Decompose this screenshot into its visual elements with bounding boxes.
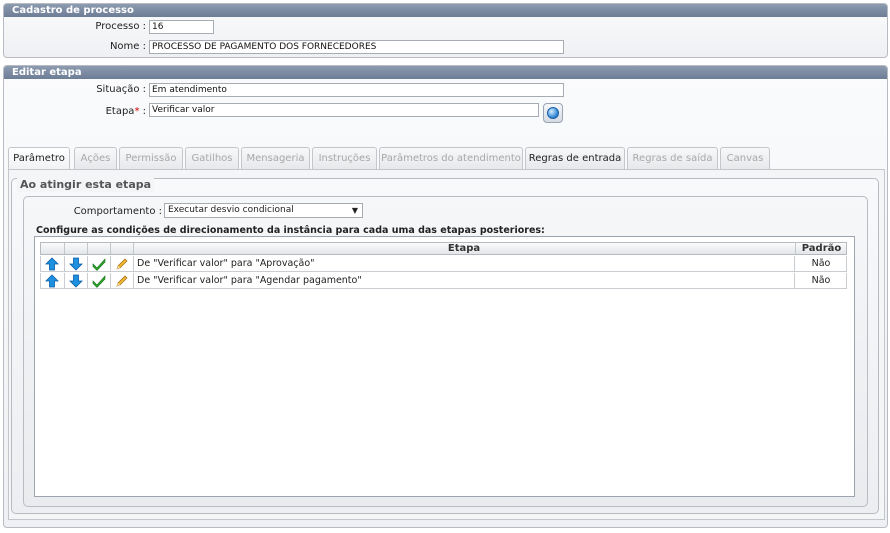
fieldset-legend: Ao atingir esta etapa (17, 178, 155, 192)
tab-parametros-atendimento[interactable]: Parâmetros do atendimento (379, 147, 523, 169)
cell-move-up[interactable] (41, 256, 65, 271)
checkmark-icon[interactable] (92, 257, 106, 271)
tab-regras-saida[interactable]: Regras de saída (627, 147, 718, 169)
pencil-icon[interactable] (115, 257, 129, 271)
etapa-field[interactable]: Verificar valor (149, 103, 539, 117)
nome-label: Nome : (109, 41, 146, 52)
cell-etapa: De "Verificar valor" para "Agendar pagam… (134, 273, 795, 288)
column-header-padrao[interactable]: Padrão (795, 242, 847, 255)
processo-panel-title: Cadastro de processo (4, 4, 887, 17)
checkmark-icon[interactable] (92, 274, 106, 288)
cell-edit[interactable] (111, 256, 134, 271)
etapa-panel-title: Editar etapa (4, 66, 887, 79)
comportamento-label: Comportamento : (73, 206, 162, 217)
grid-header-spacer (111, 243, 134, 254)
pencil-icon[interactable] (115, 274, 129, 288)
tab-instrucoes[interactable]: Instruções (312, 147, 377, 169)
arrow-up-icon[interactable] (45, 274, 59, 288)
cell-move-down[interactable] (65, 273, 88, 288)
processo-field[interactable]: 16 (149, 20, 214, 34)
table-row[interactable]: De "Verificar valor" para "Aprovação" Nã… (40, 256, 847, 272)
comportamento-value: Executar desvio condicional (168, 205, 294, 215)
cell-move-up[interactable] (41, 273, 65, 288)
grid-header-spacer (41, 243, 65, 254)
column-header-etapa[interactable]: Etapa (134, 242, 794, 255)
processo-label: Processo : (95, 21, 146, 32)
config-instruction: Configure as condições de direcionamento… (36, 225, 545, 236)
etapa-label-colon: : (139, 106, 146, 117)
comportamento-select[interactable]: Executar desvio condicional ▼ (164, 203, 363, 218)
tab-permissao[interactable]: Permissão (119, 147, 183, 169)
tab-parametro[interactable]: Parâmetro (8, 147, 70, 169)
cell-padrao: Não (811, 258, 831, 269)
tab-mensageria[interactable]: Mensageria (241, 147, 310, 169)
grid-header-spacer (88, 243, 111, 254)
globe-icon (547, 107, 559, 119)
etapa-label-text: Etapa (105, 106, 135, 117)
cell-set-default[interactable] (88, 273, 111, 288)
etapa-lookup-button[interactable] (543, 103, 563, 123)
situacao-label: Situação : (96, 84, 146, 95)
situacao-field[interactable]: Em atendimento (149, 83, 564, 97)
tab-gatilhos[interactable]: Gatilhos (185, 147, 239, 169)
cell-move-down[interactable] (65, 256, 88, 271)
arrow-down-icon[interactable] (69, 257, 83, 271)
chevron-down-icon[interactable]: ▼ (352, 204, 358, 217)
nome-field[interactable]: PROCESSO DE PAGAMENTO DOS FORNECEDORES (149, 40, 564, 54)
cell-set-default[interactable] (88, 256, 111, 271)
arrow-up-icon[interactable] (45, 257, 59, 271)
grid-header-spacer (65, 243, 88, 254)
cell-etapa: De "Verificar valor" para "Aprovação" (134, 256, 795, 271)
table-row[interactable]: De "Verificar valor" para "Agendar pagam… (40, 273, 847, 289)
tab-acoes[interactable]: Ações (74, 147, 117, 169)
cell-edit[interactable] (111, 273, 134, 288)
tab-canvas[interactable]: Canvas (720, 147, 770, 169)
arrow-down-icon[interactable] (69, 274, 83, 288)
tab-regras-entrada[interactable]: Regras de entrada (525, 147, 625, 169)
cell-padrao: Não (811, 275, 831, 286)
etapa-label: Etapa* : (106, 106, 146, 117)
